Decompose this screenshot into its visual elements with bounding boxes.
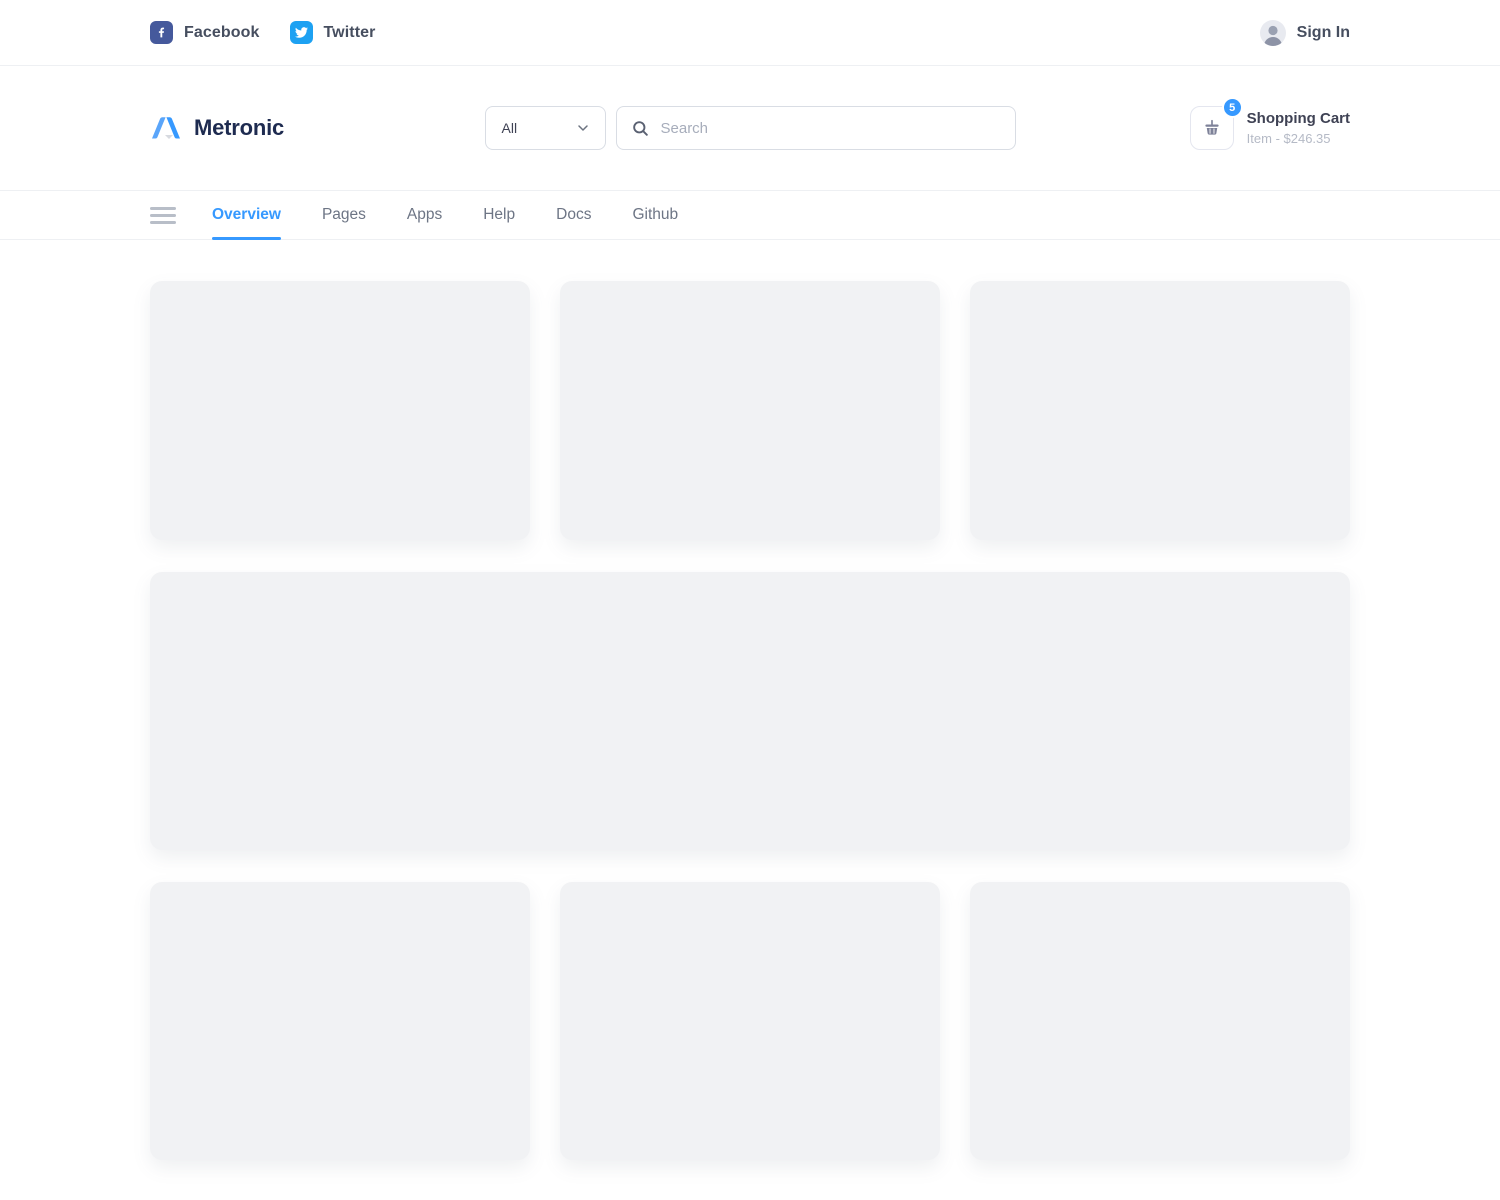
tab-help[interactable]: Help: [483, 191, 515, 239]
tab-pages[interactable]: Pages: [322, 191, 366, 239]
tab-docs[interactable]: Docs: [556, 191, 591, 239]
user-avatar-icon: [1260, 20, 1286, 46]
chevron-down-icon: [575, 120, 591, 136]
tab-overview[interactable]: Overview: [212, 191, 281, 239]
sign-in-button[interactable]: Sign In: [1260, 20, 1350, 46]
topbar: Facebook Twitter Sign In: [0, 0, 1500, 66]
search-icon: [631, 119, 650, 138]
placeholder-card-full-width: [150, 572, 1350, 850]
sign-in-label: Sign In: [1297, 24, 1350, 42]
logo-text: Metronic: [194, 115, 284, 141]
search-group: All: [485, 106, 1016, 150]
twitter-icon: [290, 21, 313, 44]
shopping-basket-icon: [1201, 117, 1223, 139]
category-selected-value: All: [502, 120, 518, 136]
placeholder-card: [970, 281, 1350, 540]
cart-title: Shopping Cart: [1247, 110, 1350, 127]
facebook-link[interactable]: Facebook: [150, 21, 260, 44]
facebook-label: Facebook: [184, 24, 260, 42]
placeholder-card: [560, 281, 940, 540]
metronic-logo[interactable]: Metronic: [150, 115, 284, 142]
hamburger-menu-icon[interactable]: [150, 207, 176, 224]
search-box: [616, 106, 1016, 150]
content-area: [0, 240, 1500, 1160]
placeholder-row-bottom: [150, 882, 1350, 1160]
placeholder-card: [560, 882, 940, 1160]
placeholder-card: [150, 882, 530, 1160]
category-select[interactable]: All: [485, 106, 606, 150]
metronic-logo-mark: [150, 115, 182, 142]
cart-subtotal: Item - $246.35: [1247, 131, 1350, 146]
header: Metronic All: [0, 66, 1500, 190]
tab-apps[interactable]: Apps: [407, 191, 442, 239]
tab-github[interactable]: Github: [632, 191, 678, 239]
twitter-label: Twitter: [324, 24, 376, 42]
facebook-icon: [150, 21, 173, 44]
search-input[interactable]: [661, 120, 1001, 137]
social-links: Facebook Twitter: [150, 21, 375, 44]
nav-tabs: Overview Pages Apps Help Docs Github: [212, 191, 678, 239]
placeholder-card: [970, 882, 1350, 1160]
cart-button[interactable]: 5: [1190, 106, 1234, 150]
twitter-link[interactable]: Twitter: [290, 21, 376, 44]
placeholder-card: [150, 281, 530, 540]
cart-count-badge: 5: [1222, 97, 1243, 118]
cart-text: Shopping Cart Item - $246.35: [1247, 110, 1350, 146]
placeholder-row-top: [150, 281, 1350, 540]
shopping-cart-widget[interactable]: 5 Shopping Cart Item - $246.35: [1190, 106, 1350, 150]
main-navbar: Overview Pages Apps Help Docs Github: [0, 190, 1500, 240]
